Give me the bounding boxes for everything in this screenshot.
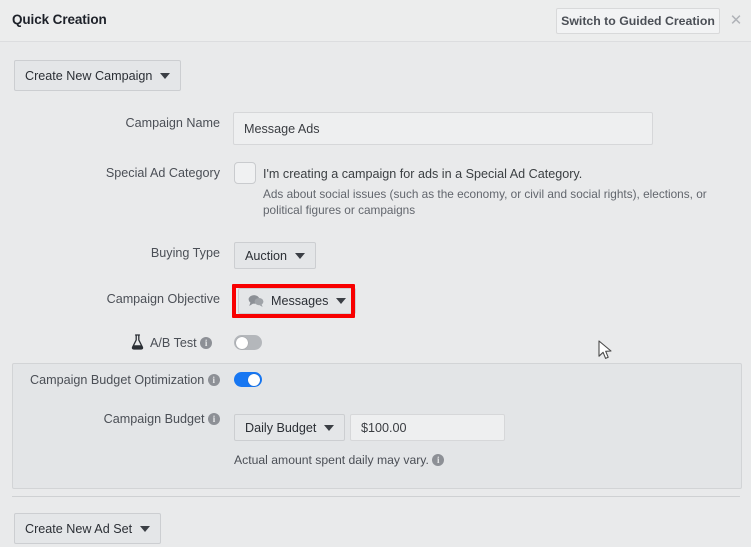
chevron-down-icon [140,525,151,532]
toggle-knob [248,373,260,386]
campaign-objective-label: Campaign Objective [106,292,220,306]
chevron-down-icon [160,72,171,79]
chevron-down-icon [336,298,347,304]
campaign-budget-label-text: Campaign Budget [103,412,205,426]
campaign-name-label: Campaign Name [125,116,221,130]
dialog-header: Quick Creation Switch to Guided Creation… [0,0,751,42]
budget-type-dropdown[interactable]: Daily Budget [234,414,346,441]
campaign-budget-label: Campaign Budget i [30,412,220,426]
create-new-ad-set-label: Create New Ad Set [25,521,133,536]
info-icon[interactable]: i [208,413,220,425]
ab-test-label: A/B Test i [150,336,213,350]
budget-helper-text: Actual amount spent daily may vary. i [234,453,445,467]
buying-type-dropdown[interactable]: Auction [234,242,317,269]
info-icon[interactable]: i [432,454,445,466]
campaign-name-input[interactable]: Message Ads [233,112,653,145]
section-divider [12,496,740,497]
chevron-down-icon [324,424,335,431]
ab-test-label-text: A/B Test [150,336,197,350]
quick-creation-dialog: Quick Creation Switch to Guided Creation… [0,0,751,547]
close-icon[interactable]: ✕ [729,13,743,28]
buying-type-label: Buying Type [150,246,220,260]
info-icon[interactable]: i [200,337,213,349]
campaign-budget-amount-input[interactable]: $100.00 [350,414,505,441]
create-new-campaign-dropdown[interactable]: Create New Campaign [14,60,182,91]
create-new-campaign-label: Create New Campaign [25,68,153,83]
budget-type-value: Daily Budget [245,420,317,435]
special-ad-category-label: Special Ad Category [105,166,220,180]
mouse-cursor [598,340,612,359]
cbo-label-text: Campaign Budget Optimization [30,373,205,387]
ab-test-toggle[interactable] [234,335,262,350]
special-ad-category-description: Ads about social issues (such as the eco… [263,187,707,217]
page-title: Quick Creation [12,12,107,27]
messages-bubble-icon [248,295,264,307]
info-icon[interactable]: i [207,374,220,386]
create-new-ad-set-dropdown[interactable]: Create New Ad Set [14,513,162,544]
toggle-knob [235,336,248,349]
flask-icon [131,334,144,350]
campaign-budget-optimization-toggle[interactable] [234,372,262,387]
campaign-objective-value: Messages [271,294,329,308]
campaign-objective-dropdown[interactable]: Messages [238,288,357,314]
campaign-budget-optimization-label: Campaign Budget Optimization i [30,373,220,387]
special-ad-category-checkbox[interactable] [234,162,256,184]
buying-type-value: Auction [245,248,288,263]
budget-helper-text-label: Actual amount spent daily may vary. [234,453,429,467]
chevron-down-icon [295,252,306,259]
switch-to-guided-creation-button[interactable]: Switch to Guided Creation [556,8,720,34]
special-ad-category-checkbox-label: I'm creating a campaign for ads in a Spe… [263,167,583,181]
